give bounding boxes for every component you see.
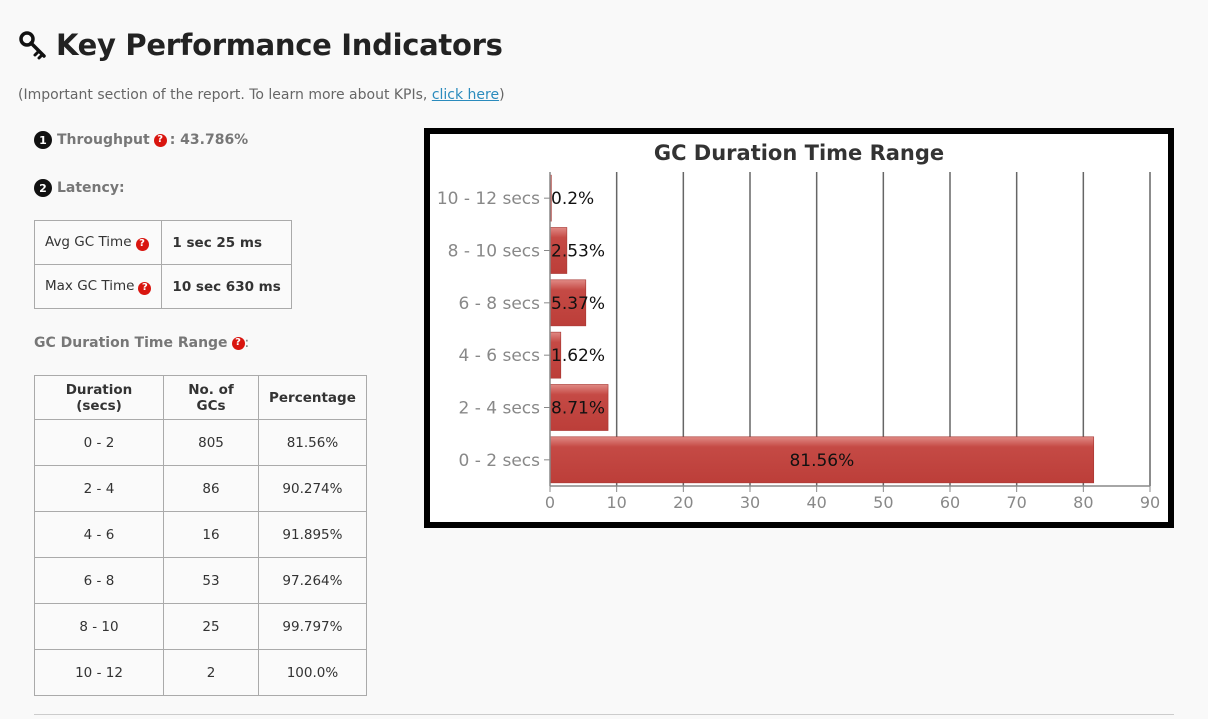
page-title: Key Performance Indicators (18, 28, 503, 62)
page-title-text: Key Performance Indicators (56, 28, 503, 62)
table-cell: 2 - 4 (34, 465, 164, 512)
y-tick-label: 8 - 10 secs (448, 242, 540, 262)
gc-range-heading: GC Duration Time Range ? : (34, 335, 250, 351)
throughput-value: : 43.786% (169, 132, 249, 148)
latency-line: 2 Latency: (34, 179, 125, 197)
throughput-line: 1 Throughput ? : 43.786% (34, 131, 248, 149)
table-cell: 90.274% (258, 465, 367, 512)
x-tick-label: 60 (940, 493, 960, 512)
x-tick-label: 50 (873, 493, 893, 512)
x-tick-label: 20 (673, 493, 693, 512)
table-cell: 25 (163, 603, 259, 650)
y-tick-label: 2 - 4 secs (459, 399, 541, 419)
number-1-badge: 1 (34, 131, 52, 149)
table-cell: 6 - 8 (34, 557, 164, 604)
help-icon[interactable]: ? (231, 336, 245, 350)
table-row: Max GC Time? 10 sec 630 ms (33, 264, 292, 309)
table-row: 6 - 8 53 97.264% (34, 557, 367, 604)
data-label: 1.62% (551, 346, 605, 366)
y-tick-label: 10 - 12 secs (437, 189, 540, 209)
table-row: 0 - 2 805 81.56% (34, 419, 367, 466)
chart-title: GC Duration Time Range (654, 141, 944, 165)
kpi-help-link[interactable]: click here (432, 87, 499, 103)
table-cell: 99.797% (258, 603, 367, 650)
data-label: 2.53% (551, 242, 605, 262)
subtitle-suffix: ) (499, 87, 505, 103)
table-cell: 4 - 6 (34, 511, 164, 558)
table-cell: 10 - 12 (34, 649, 164, 696)
table-cell: 0 - 2 (34, 419, 164, 466)
table-cell: 100.0% (258, 649, 367, 696)
table-header-row: Duration (secs) No. of GCs Percentage (34, 375, 367, 420)
y-tick-label: 0 - 2 secs (459, 451, 541, 471)
key-icon (19, 31, 46, 60)
data-label: 5.37% (551, 294, 605, 314)
gc-range-label: GC Duration Time Range (34, 335, 228, 351)
avg-gc-time-value: 1 sec 25 ms (161, 220, 292, 265)
avg-gc-time-label: Avg GC Time? (33, 220, 163, 265)
table-cell: 53 (163, 557, 259, 604)
table-cell: 805 (163, 419, 259, 466)
table-cell: 16 (163, 511, 259, 558)
x-tick-label: 80 (1073, 493, 1093, 512)
data-label: 0.2% (551, 189, 594, 209)
x-tick-label: 0 (545, 493, 555, 512)
max-gc-time-value: 10 sec 630 ms (161, 264, 292, 309)
table-cell: 86 (163, 465, 259, 512)
table-row: 2 - 4 86 90.274% (34, 465, 367, 512)
x-tick-label: 40 (806, 493, 826, 512)
column-header: No. of GCs (163, 375, 259, 420)
chart-canvas: GC Duration Time Range 0 10 20 30 40 50 60 70 80… (437, 141, 1160, 512)
data-label: 81.56% (789, 451, 854, 471)
column-header: Duration (secs) (34, 375, 164, 420)
x-tick-label: 30 (740, 493, 760, 512)
max-gc-time-label: Max GC Time? (33, 264, 163, 309)
y-tick-label: 6 - 8 secs (459, 294, 541, 314)
column-header: Percentage (258, 375, 367, 420)
y-tick-label: 4 - 6 secs (459, 346, 541, 366)
help-icon[interactable]: ? (135, 237, 149, 251)
table-row: Avg GC Time? 1 sec 25 ms (33, 220, 292, 265)
table-cell: 81.56% (258, 419, 367, 466)
gc-duration-table: Duration (secs) No. of GCs Percentage 0 … (34, 375, 367, 696)
table-cell: 91.895% (258, 511, 367, 558)
number-2-badge: 2 (34, 179, 52, 197)
table-row: 4 - 6 16 91.895% (34, 511, 367, 558)
x-tick-label: 90 (1140, 493, 1160, 512)
table-cell: 2 (163, 649, 259, 696)
subtitle-text: (Important section of the report. To lea… (18, 87, 432, 103)
latency-label: Latency: (57, 180, 125, 196)
help-icon[interactable]: ? (138, 281, 152, 295)
table-row: 8 - 10 25 99.797% (34, 603, 367, 650)
section-divider (34, 714, 1174, 715)
x-tick-label: 70 (1006, 493, 1026, 512)
help-icon[interactable]: ? (153, 133, 167, 147)
table-cell: 97.264% (258, 557, 367, 604)
throughput-label: Throughput (57, 132, 150, 148)
page-subtitle: (Important section of the report. To lea… (18, 87, 505, 103)
gc-duration-chart: GC Duration Time Range 0 10 20 30 40 50 60 70 80… (424, 128, 1174, 528)
x-tick-label: 10 (606, 493, 626, 512)
latency-table: Avg GC Time? 1 sec 25 ms Max GC Time? 10… (33, 220, 292, 309)
table-row: 10 - 12 2 100.0% (34, 649, 367, 696)
table-cell: 8 - 10 (34, 603, 164, 650)
data-label: 8.71% (551, 399, 605, 419)
